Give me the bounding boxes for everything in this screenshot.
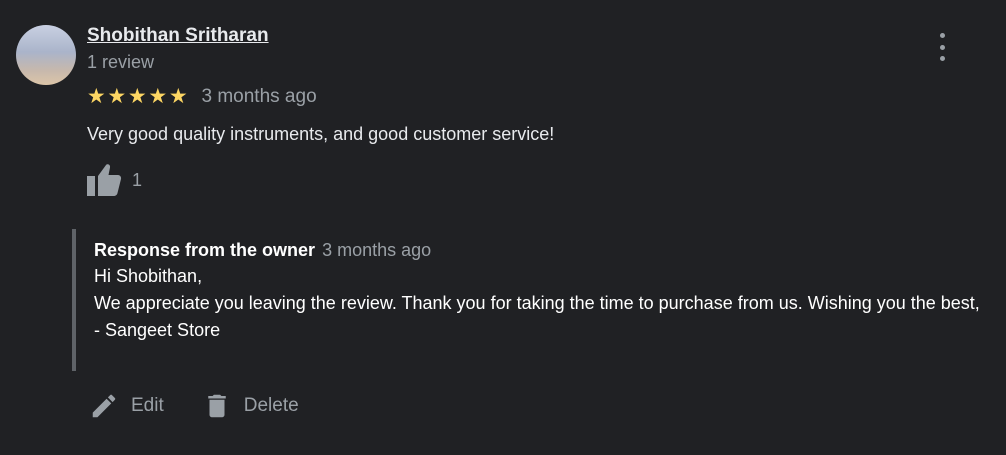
owner-response-header: Response from the owner 3 months ago	[94, 237, 982, 263]
delete-button[interactable]: Delete	[202, 391, 299, 421]
star-icon: ★	[148, 85, 168, 108]
owner-response-label: Response from the owner	[94, 240, 316, 260]
review-date: 3 months ago	[201, 86, 317, 107]
review-card: Shobithan Sritharan 1 review ★ ★ ★ ★ ★ 3 mon…	[0, 0, 1006, 455]
trash-icon	[208, 394, 226, 418]
like-count: 1	[132, 169, 143, 190]
owner-response-body: Hi Shobithan, We appreciate you leaving …	[94, 263, 982, 344]
owner-response: Response from the owner 3 months ago Hi …	[72, 229, 982, 371]
reviewer-name-link[interactable]: Shobithan Sritharan	[87, 25, 269, 47]
star-icon: ★	[168, 85, 188, 108]
star-icon: ★	[86, 85, 106, 108]
more-vert-icon-dot	[939, 33, 945, 38]
edit-button[interactable]: Edit	[89, 391, 164, 421]
more-vert-icon-dot	[939, 44, 945, 50]
review-text: Very good quality instruments, and good …	[87, 124, 555, 144]
owner-response-line: Hi Shobithan,	[94, 266, 203, 286]
owner-response-line: - Sangeet Store	[94, 320, 221, 340]
delete-label: Delete	[243, 395, 299, 416]
star-icon: ★	[107, 85, 127, 108]
rating-row: ★ ★ ★ ★ ★ 3 months ago	[86, 86, 317, 108]
more-vert-icon-dot	[939, 56, 945, 61]
like-button[interactable]: 1	[86, 163, 142, 197]
more-options-button[interactable]	[930, 33, 954, 61]
owner-response-line: We appreciate you leaving the review. Th…	[94, 293, 980, 313]
reviewer-avatar[interactable]	[16, 25, 76, 85]
reviewer-review-count: 1 review	[87, 52, 155, 72]
response-actions: Edit Delete	[89, 388, 299, 424]
star-icon: ★	[127, 85, 147, 108]
owner-response-date: 3 months ago	[322, 240, 432, 260]
pencil-icon	[92, 394, 116, 418]
edit-label: Edit	[131, 395, 164, 416]
thumb-up-icon	[87, 164, 122, 196]
star-rating: ★ ★ ★ ★ ★	[86, 86, 189, 108]
